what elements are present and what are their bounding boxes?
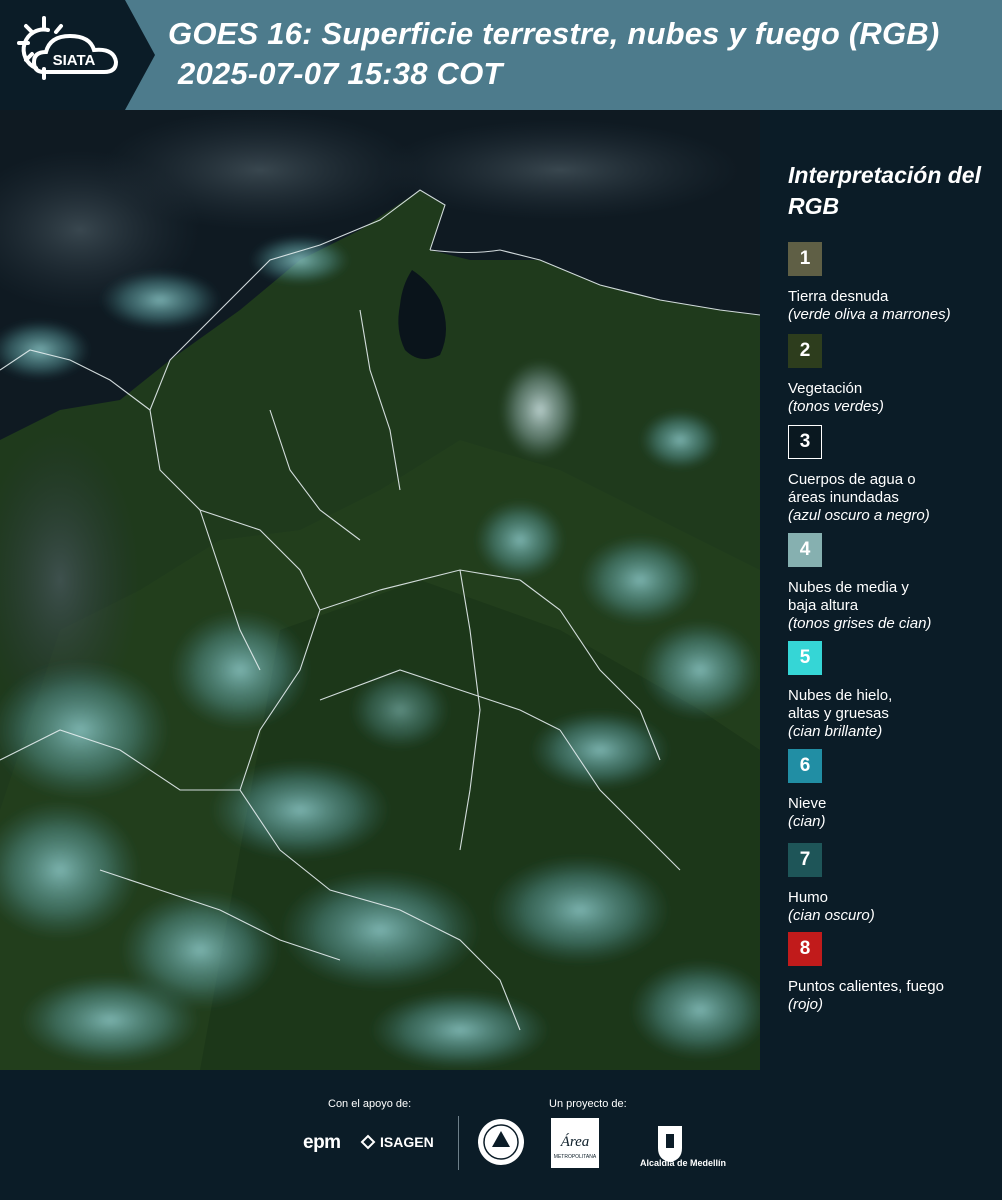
project-label: Un proyecto de: [549,1098,627,1110]
legend-swatch: 3 [788,425,822,459]
legend-sublabel: (rojo) [788,996,824,1013]
legend-item-7: 7 Humo (cian oscuro) [788,843,993,925]
legend-swatch: 5 [788,641,822,675]
legend-swatch: 8 [788,932,822,966]
legend-label: Nubes de hielo, altas y gruesas [788,687,893,722]
legend-swatch: 2 [788,334,822,368]
legend-sublabel: (tonos grises de cian) [788,615,932,632]
legend-label: Nubes de media y baja altura [788,579,909,614]
timestamp: 2025-07-07 15:38 COT [178,56,503,91]
legend-swatch: 4 [788,533,822,567]
legend-swatch: 1 [788,242,822,276]
legend-label: Tierra desnuda [788,288,889,305]
legend-item-8: 8 Puntos calientes, fuego (rojo) [788,932,993,1014]
legend-sublabel: (verde oliva a marrones) [788,306,951,323]
legend-sublabel: (tonos verdes) [788,398,884,415]
area-metropolitana-logo: Área METROPOLITANA [551,1118,599,1168]
isagen-mark-icon [360,1134,376,1150]
government-seal-icon [478,1119,524,1165]
svg-text:METROPOLITANA: METROPOLITANA [554,1154,597,1160]
legend-label: Cuerpos de agua o áreas inundadas [788,471,916,506]
legend-item-6: 6 Nieve (cian) [788,749,993,831]
legend-panel: Interpretación del RGB [788,160,993,244]
legend-label: Puntos calientes, fuego [788,978,944,995]
legend-swatch: 7 [788,843,822,877]
legend-sublabel: (cian brillante) [788,723,883,740]
footer: Con el apoyo de: Un proyecto de: epm ISA… [0,1070,1002,1200]
legend-sublabel: (azul oscuro a negro) [788,507,930,524]
legend-item-5: 5 Nubes de hielo, altas y gruesas (cian br… [788,641,993,741]
alcaldia-medellin-label: Alcaldía de Medellín [640,1158,727,1168]
epm-logo: epm [303,1132,341,1153]
legend-item-4: 4 Nubes de media y baja altura (tonos gris… [788,533,993,633]
satellite-image [0,110,760,1070]
svg-text:Área: Área [560,1133,590,1150]
siata-logo-panel: SIATA [0,0,155,110]
legend-label: Nieve [788,795,827,812]
page-title: GOES 16: Superficie terrestre, nubes y f… [168,16,940,51]
legend-label: Humo [788,889,829,906]
legend-label: Vegetación [788,380,863,397]
isagen-logo: ISAGEN [360,1134,434,1150]
legend-title: Interpretación del RGB [788,162,981,219]
legend-item-3: 3 Cuerpos de agua o áreas inundadas (azul … [788,425,993,525]
header-bar: SIATA GOES 16: Superficie terrestre, nub… [0,0,1002,110]
satellite-map [0,110,760,1070]
legend-item-1: 1 Tierra desnuda (verde oliva a marrones) [788,242,993,324]
footer-divider [458,1116,459,1170]
legend-swatch: 6 [788,749,822,783]
legend-sublabel: (cian oscuro) [788,907,875,924]
siata-sun-cloud-icon: SIATA [17,16,119,80]
legend-item-2: 2 Vegetación (tonos verdes) [788,334,993,416]
siata-logo-text: SIATA [53,52,96,69]
support-label: Con el apoyo de: [328,1098,412,1110]
legend-sublabel: (cian) [788,813,826,830]
